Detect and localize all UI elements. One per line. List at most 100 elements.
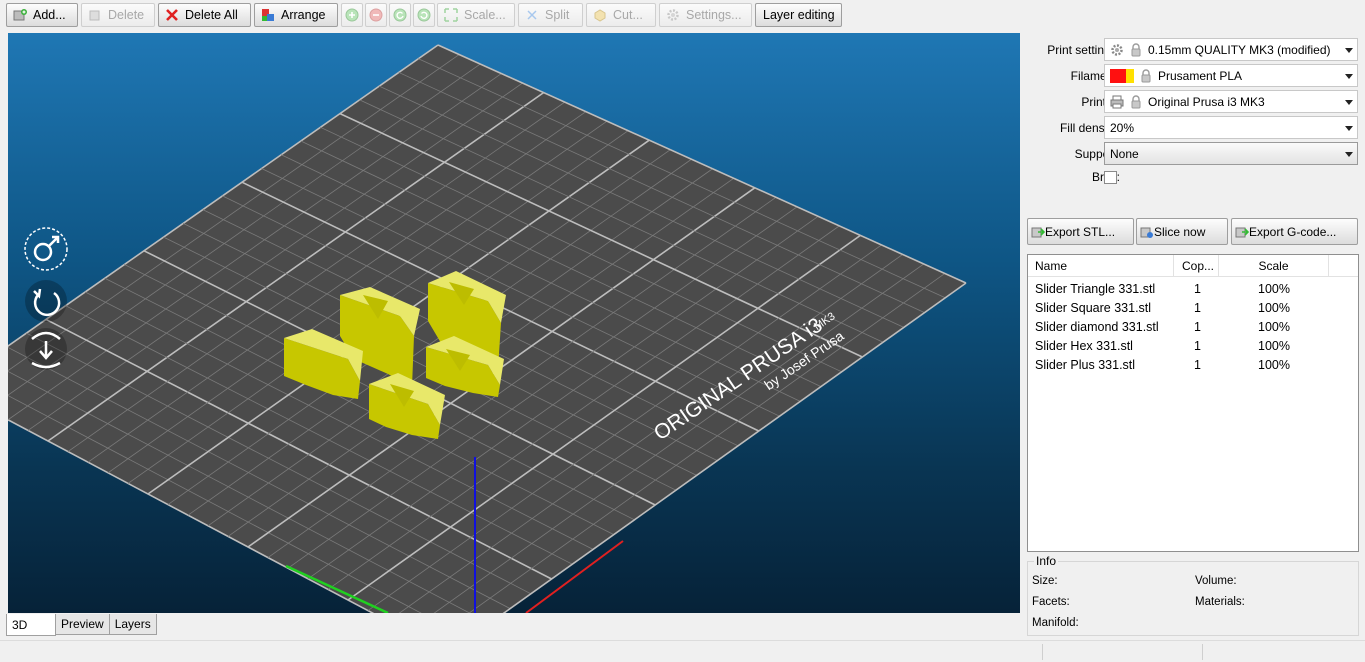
export-stl-label: Export STL... [1045,224,1116,239]
chevron-down-icon [1345,126,1353,131]
info-materials-label: Materials: [1195,596,1245,608]
object-copies: 1 [1194,358,1201,372]
decrease-copies-button[interactable] [365,3,387,27]
slice-icon [1140,227,1153,238]
info-volume-label: Volume: [1195,575,1237,587]
export-stl-button[interactable]: Export STL... [1027,218,1134,245]
info-manifold-label: Manifold: [1032,617,1079,629]
slice-now-button[interactable]: Slice now [1136,218,1228,245]
object-copies: 1 [1194,320,1201,334]
settings-button[interactable]: Settings... [659,3,752,27]
filament-row: Filament: Prusament PLA [1022,64,1365,88]
print-settings-value: 0.15mm QUALITY MK3 (modified) [1148,42,1331,57]
rotate-icon[interactable] [22,277,70,325]
cut-button[interactable]: Cut... [586,3,656,27]
support-combo[interactable]: None [1104,142,1358,165]
chevron-down-icon [1345,152,1353,157]
object-list-header: Name Cop... Scale [1028,255,1358,277]
status-separator [1042,644,1043,660]
support-value: None [1110,146,1139,161]
arrange-button[interactable]: Arrange [254,3,338,27]
filament-combo[interactable]: Prusament PLA [1104,64,1358,87]
toolbar: Add... Delete Delete All Arrange Scale..… [0,0,1365,30]
object-row[interactable]: Slider Triangle 331.stl 1 100% [1028,280,1358,299]
export-icon [1031,227,1045,237]
lock-icon [1141,68,1151,82]
object-scale: 100% [1258,282,1290,296]
status-bar [0,640,1365,662]
place-on-bed-icon[interactable] [22,325,70,373]
cut-label: Cut... [613,8,643,22]
info-size-label: Size: [1032,575,1058,587]
column-copies[interactable]: Cop... [1174,255,1219,277]
delete-label: Delete [108,8,145,22]
object-list[interactable]: Name Cop... Scale Slider Triangle 331.st… [1027,254,1359,552]
minus-circle-icon [369,8,383,22]
column-name[interactable]: Name [1028,255,1174,277]
rotate-right-button[interactable] [413,3,435,27]
tab-3d[interactable]: 3D [6,614,56,636]
object-name: Slider diamond 331.stl [1035,320,1159,334]
column-scale[interactable]: Scale [1219,255,1329,277]
object-copies: 1 [1194,282,1201,296]
printer-icon [1110,95,1124,108]
delete-button[interactable]: Delete [81,3,155,27]
object-row[interactable]: Slider Square 331.stl 1 100% [1028,299,1358,318]
fill-density-combo[interactable]: 20% [1104,116,1358,139]
print-settings-row: Print settings: 0.15mm QUALITY MK3 (modi… [1022,38,1365,62]
tab-preview[interactable]: Preview [55,614,110,635]
print-settings-combo[interactable]: 0.15mm QUALITY MK3 (modified) [1104,38,1358,61]
info-facets-label: Facets: [1032,596,1070,608]
support-row: Support: None [1022,142,1365,166]
object-scale: 100% [1258,320,1290,334]
rotate-left-button[interactable] [389,3,411,27]
filament-value: Prusament PLA [1158,68,1243,83]
chevron-down-icon [1345,100,1353,105]
object-name: Slider Plus 331.stl [1035,358,1136,372]
add-button[interactable]: Add... [6,3,78,27]
scene-svg: ORIGINAL PRUSA i3 MK3 by Josef Prusa [8,44,967,613]
layer-editing-button[interactable]: Layer editing [755,3,842,27]
info-title: Info [1034,554,1059,568]
add-icon [13,9,27,21]
object-name: Slider Square 331.stl [1035,301,1152,315]
view-tabs: 3D Preview Layers [6,614,157,636]
object-row[interactable]: Slider Hex 331.stl 1 100% [1028,337,1358,356]
layer-editing-label: Layer editing [763,8,835,22]
scale-button[interactable]: Scale... [437,3,515,27]
plus-circle-icon [345,8,359,22]
printer-value: Original Prusa i3 MK3 [1148,94,1265,109]
object-row[interactable]: Slider Plus 331.stl 1 100% [1028,356,1358,375]
status-separator [1202,644,1203,660]
3d-viewport[interactable]: ORIGINAL PRUSA i3 MK3 by Josef Prusa [8,33,1020,613]
lock-icon [1131,42,1141,56]
export-gcode-label: Export G-code... [1249,224,1337,239]
object-scale: 100% [1258,339,1290,353]
arrange-label: Arrange [281,8,326,22]
scale-icon [444,8,458,22]
tab-layers[interactable]: Layers [108,614,157,635]
brim-checkbox[interactable] [1104,171,1117,184]
delete-all-label: Delete All [185,8,238,22]
split-label: Split [545,8,570,22]
filament-color-swatch-icon [1110,68,1134,83]
delete-all-button[interactable]: Delete All [158,3,251,27]
fill-density-row: Fill density: 20% [1022,116,1365,140]
export-icon [1235,227,1249,237]
lock-icon [1131,94,1141,108]
brim-row: Brim: [1022,167,1365,191]
slice-now-label: Slice now [1154,224,1206,239]
move-icon[interactable] [22,225,70,273]
add-label: Add... [33,8,66,22]
increase-copies-button[interactable] [341,3,363,27]
object-row[interactable]: Slider diamond 331.stl 1 100% [1028,318,1358,337]
split-button[interactable]: Split [518,3,583,27]
info-box: Info Size: Volume: Facets: Materials: Ma… [1027,554,1359,636]
printer-row: Printer: Original Prusa i3 MK3 [1022,90,1365,114]
settings-panel: Print settings: 0.15mm QUALITY MK3 (modi… [1022,33,1365,637]
object-name: Slider Triangle 331.stl [1035,282,1156,296]
export-gcode-button[interactable]: Export G-code... [1231,218,1358,245]
fill-density-value: 20% [1110,120,1135,135]
printer-combo[interactable]: Original Prusa i3 MK3 [1104,90,1358,113]
chevron-down-icon [1345,74,1353,79]
